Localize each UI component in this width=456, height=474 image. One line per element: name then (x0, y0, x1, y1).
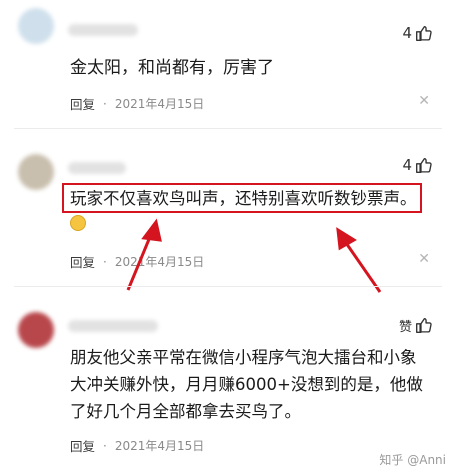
comment-line: 大冲关赚外快，月月赚6000+没想到的是，他做 (70, 375, 423, 394)
separator: · (103, 438, 107, 453)
arrow-right (336, 227, 382, 293)
divider (14, 286, 442, 287)
comment-line: 朋友他父亲平常在微信小程序气泡大擂台和小象 (70, 348, 417, 367)
arrow-left (126, 218, 162, 291)
like-button[interactable]: 赞 (399, 316, 432, 335)
comment-meta: 回复 · 2021年4月15日 (70, 436, 204, 455)
comment-line: 了好几个月全部都拿去买鸟了。 (70, 402, 301, 421)
like-label: 赞 (398, 320, 412, 335)
comment-text: 朋友他父亲平常在微信小程序气泡大擂台和小象 大冲关赚外快，月月赚6000+没想到… (70, 344, 436, 425)
screenshot-root: { "comments": [ { "likes": "4", "text": … (0, 0, 456, 474)
avatar[interactable] (18, 312, 54, 348)
username-blurred[interactable] (68, 320, 158, 332)
reply-button[interactable]: 回复 (70, 436, 95, 455)
thumbs-up-icon (416, 318, 432, 333)
watermark: 知乎 @Anni (379, 453, 446, 467)
comment-date: 2021年4月15日 (114, 439, 205, 453)
